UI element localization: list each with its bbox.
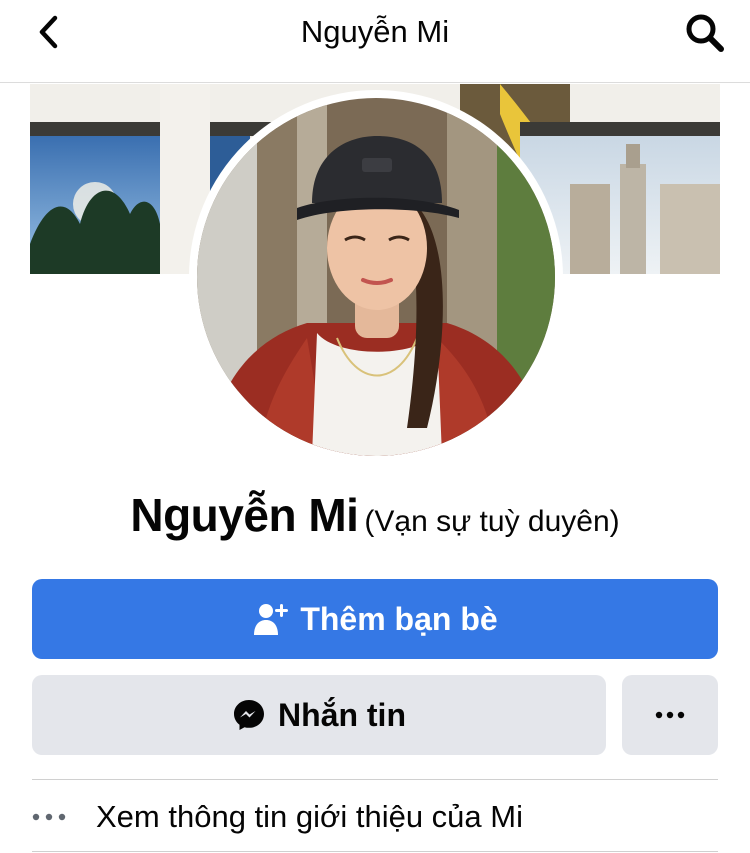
profile-avatar[interactable]	[197, 98, 555, 456]
more-options-button[interactable]	[622, 675, 718, 755]
page-title: Nguyễn Mi	[300, 14, 450, 49]
divider	[32, 779, 718, 780]
more-horizontal-icon	[32, 813, 96, 821]
more-horizontal-icon	[655, 711, 685, 719]
profile-alternate-name: (Vạn sự tuỳ duyên)	[364, 505, 620, 538]
about-info-label: Xem thông tin giới thiệu của Mi	[96, 799, 523, 834]
add-friend-label: Thêm bạn bè	[300, 600, 498, 637]
person-add-icon	[252, 601, 289, 637]
search-button[interactable]	[682, 10, 728, 56]
message-label: Nhắn tin	[278, 696, 406, 733]
add-friend-button[interactable]: Thêm bạn bè	[32, 579, 718, 659]
top-navigation-bar: Nguyễn Mi	[0, 0, 750, 83]
message-button[interactable]: Nhắn tin	[32, 675, 606, 755]
messenger-icon	[232, 698, 266, 732]
search-icon	[686, 14, 724, 52]
divider	[32, 851, 718, 852]
profile-name: Nguyễn Mi	[130, 489, 359, 541]
profile-name-row: Nguyễn Mi (Vạn sự tuỳ duyên)	[0, 488, 750, 542]
view-about-info-item[interactable]: Xem thông tin giới thiệu của Mi	[32, 782, 718, 852]
